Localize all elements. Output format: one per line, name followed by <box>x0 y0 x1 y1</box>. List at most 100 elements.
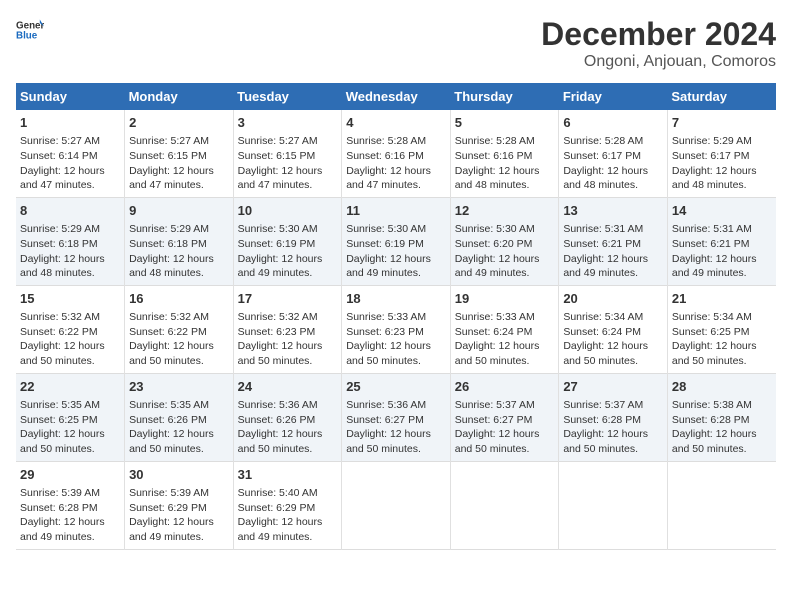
daylight-label: Daylight: 12 hours <box>20 428 105 440</box>
day-number: 8 <box>20 202 120 220</box>
day-number: 16 <box>129 290 229 308</box>
daylight-label: Daylight: 12 hours <box>129 516 214 528</box>
sunrise-label: Sunrise: 5:35 AM <box>20 399 100 411</box>
sunrise-label: Sunrise: 5:39 AM <box>20 487 100 499</box>
daylight-label: Daylight: 12 hours <box>20 165 105 177</box>
sunset-label: Sunset: 6:29 PM <box>129 502 207 514</box>
calendar-cell: 23Sunrise: 5:35 AMSunset: 6:26 PMDayligh… <box>125 373 234 461</box>
day-number: 31 <box>238 466 338 484</box>
sunrise-label: Sunrise: 5:31 AM <box>672 223 752 235</box>
sunrise-label: Sunrise: 5:38 AM <box>672 399 752 411</box>
weekday-header-monday: Monday <box>125 83 234 110</box>
sunset-label: Sunset: 6:20 PM <box>455 238 533 250</box>
daylight-label: Daylight: 12 hours <box>563 340 648 352</box>
calendar-cell: 18Sunrise: 5:33 AMSunset: 6:23 PMDayligh… <box>342 285 451 373</box>
daylight-minutes: and 50 minutes. <box>346 443 421 455</box>
sunrise-label: Sunrise: 5:29 AM <box>20 223 100 235</box>
sunrise-label: Sunrise: 5:32 AM <box>129 311 209 323</box>
sunset-label: Sunset: 6:26 PM <box>238 414 316 426</box>
day-number: 15 <box>20 290 120 308</box>
calendar-cell: 4Sunrise: 5:28 AMSunset: 6:16 PMDaylight… <box>342 110 451 197</box>
daylight-minutes: and 50 minutes. <box>672 355 747 367</box>
daylight-minutes: and 50 minutes. <box>455 443 530 455</box>
daylight-label: Daylight: 12 hours <box>455 253 540 265</box>
sunrise-label: Sunrise: 5:32 AM <box>20 311 100 323</box>
sunrise-label: Sunrise: 5:27 AM <box>238 135 318 147</box>
calendar-cell: 11Sunrise: 5:30 AMSunset: 6:19 PMDayligh… <box>342 197 451 285</box>
day-number: 6 <box>563 114 663 132</box>
daylight-label: Daylight: 12 hours <box>346 165 431 177</box>
daylight-minutes: and 48 minutes. <box>563 179 638 191</box>
daylight-label: Daylight: 12 hours <box>672 165 757 177</box>
daylight-minutes: and 48 minutes. <box>455 179 530 191</box>
sunrise-label: Sunrise: 5:32 AM <box>238 311 318 323</box>
sunset-label: Sunset: 6:28 PM <box>672 414 750 426</box>
daylight-label: Daylight: 12 hours <box>672 428 757 440</box>
day-number: 24 <box>238 378 338 396</box>
daylight-label: Daylight: 12 hours <box>455 340 540 352</box>
sunrise-label: Sunrise: 5:30 AM <box>455 223 535 235</box>
sunrise-label: Sunrise: 5:31 AM <box>563 223 643 235</box>
calendar-cell: 1Sunrise: 5:27 AMSunset: 6:14 PMDaylight… <box>16 110 125 197</box>
day-number: 17 <box>238 290 338 308</box>
daylight-minutes: and 50 minutes. <box>455 355 530 367</box>
daylight-label: Daylight: 12 hours <box>672 340 757 352</box>
sunset-label: Sunset: 6:15 PM <box>129 150 207 162</box>
calendar-cell: 9Sunrise: 5:29 AMSunset: 6:18 PMDaylight… <box>125 197 234 285</box>
daylight-minutes: and 49 minutes. <box>238 267 313 279</box>
sunrise-label: Sunrise: 5:28 AM <box>346 135 426 147</box>
day-number: 3 <box>238 114 338 132</box>
day-number: 25 <box>346 378 446 396</box>
calendar-table: SundayMondayTuesdayWednesdayThursdayFrid… <box>16 83 776 550</box>
calendar-cell: 25Sunrise: 5:36 AMSunset: 6:27 PMDayligh… <box>342 373 451 461</box>
sunset-label: Sunset: 6:16 PM <box>346 150 424 162</box>
calendar-cell: 22Sunrise: 5:35 AMSunset: 6:25 PMDayligh… <box>16 373 125 461</box>
daylight-minutes: and 47 minutes. <box>129 179 204 191</box>
day-number: 26 <box>455 378 555 396</box>
calendar-cell: 26Sunrise: 5:37 AMSunset: 6:27 PMDayligh… <box>450 373 559 461</box>
calendar-cell: 24Sunrise: 5:36 AMSunset: 6:26 PMDayligh… <box>233 373 342 461</box>
daylight-minutes: and 48 minutes. <box>20 267 95 279</box>
calendar-cell: 3Sunrise: 5:27 AMSunset: 6:15 PMDaylight… <box>233 110 342 197</box>
daylight-minutes: and 49 minutes. <box>129 531 204 543</box>
daylight-label: Daylight: 12 hours <box>238 340 323 352</box>
calendar-cell: 10Sunrise: 5:30 AMSunset: 6:19 PMDayligh… <box>233 197 342 285</box>
weekday-header-saturday: Saturday <box>667 83 776 110</box>
daylight-label: Daylight: 12 hours <box>346 253 431 265</box>
daylight-minutes: and 50 minutes. <box>238 443 313 455</box>
daylight-minutes: and 50 minutes. <box>672 443 747 455</box>
sunset-label: Sunset: 6:18 PM <box>129 238 207 250</box>
day-number: 10 <box>238 202 338 220</box>
calendar-cell: 5Sunrise: 5:28 AMSunset: 6:16 PMDaylight… <box>450 110 559 197</box>
sunset-label: Sunset: 6:17 PM <box>672 150 750 162</box>
sunrise-label: Sunrise: 5:34 AM <box>672 311 752 323</box>
calendar-cell: 19Sunrise: 5:33 AMSunset: 6:24 PMDayligh… <box>450 285 559 373</box>
sunrise-label: Sunrise: 5:33 AM <box>346 311 426 323</box>
sunrise-label: Sunrise: 5:33 AM <box>455 311 535 323</box>
sunset-label: Sunset: 6:24 PM <box>455 326 533 338</box>
day-number: 18 <box>346 290 446 308</box>
daylight-minutes: and 49 minutes. <box>563 267 638 279</box>
sunrise-label: Sunrise: 5:39 AM <box>129 487 209 499</box>
sunset-label: Sunset: 6:21 PM <box>672 238 750 250</box>
daylight-minutes: and 49 minutes. <box>672 267 747 279</box>
sunset-label: Sunset: 6:25 PM <box>672 326 750 338</box>
sunrise-label: Sunrise: 5:35 AM <box>129 399 209 411</box>
daylight-label: Daylight: 12 hours <box>20 253 105 265</box>
calendar-cell: 2Sunrise: 5:27 AMSunset: 6:15 PMDaylight… <box>125 110 234 197</box>
sunset-label: Sunset: 6:26 PM <box>129 414 207 426</box>
daylight-minutes: and 48 minutes. <box>672 179 747 191</box>
day-number: 28 <box>672 378 772 396</box>
calendar-week-5: 29Sunrise: 5:39 AMSunset: 6:28 PMDayligh… <box>16 461 776 549</box>
daylight-label: Daylight: 12 hours <box>129 340 214 352</box>
daylight-minutes: and 48 minutes. <box>129 267 204 279</box>
daylight-label: Daylight: 12 hours <box>563 165 648 177</box>
sunset-label: Sunset: 6:19 PM <box>238 238 316 250</box>
weekday-header-friday: Friday <box>559 83 668 110</box>
calendar-week-4: 22Sunrise: 5:35 AMSunset: 6:25 PMDayligh… <box>16 373 776 461</box>
sunset-label: Sunset: 6:29 PM <box>238 502 316 514</box>
sunset-label: Sunset: 6:25 PM <box>20 414 98 426</box>
sunrise-label: Sunrise: 5:27 AM <box>129 135 209 147</box>
sunrise-label: Sunrise: 5:36 AM <box>346 399 426 411</box>
calendar-cell: 28 Sunrise: 5:38 AM Sunset: 6:28 PM Dayligh… <box>667 373 776 461</box>
